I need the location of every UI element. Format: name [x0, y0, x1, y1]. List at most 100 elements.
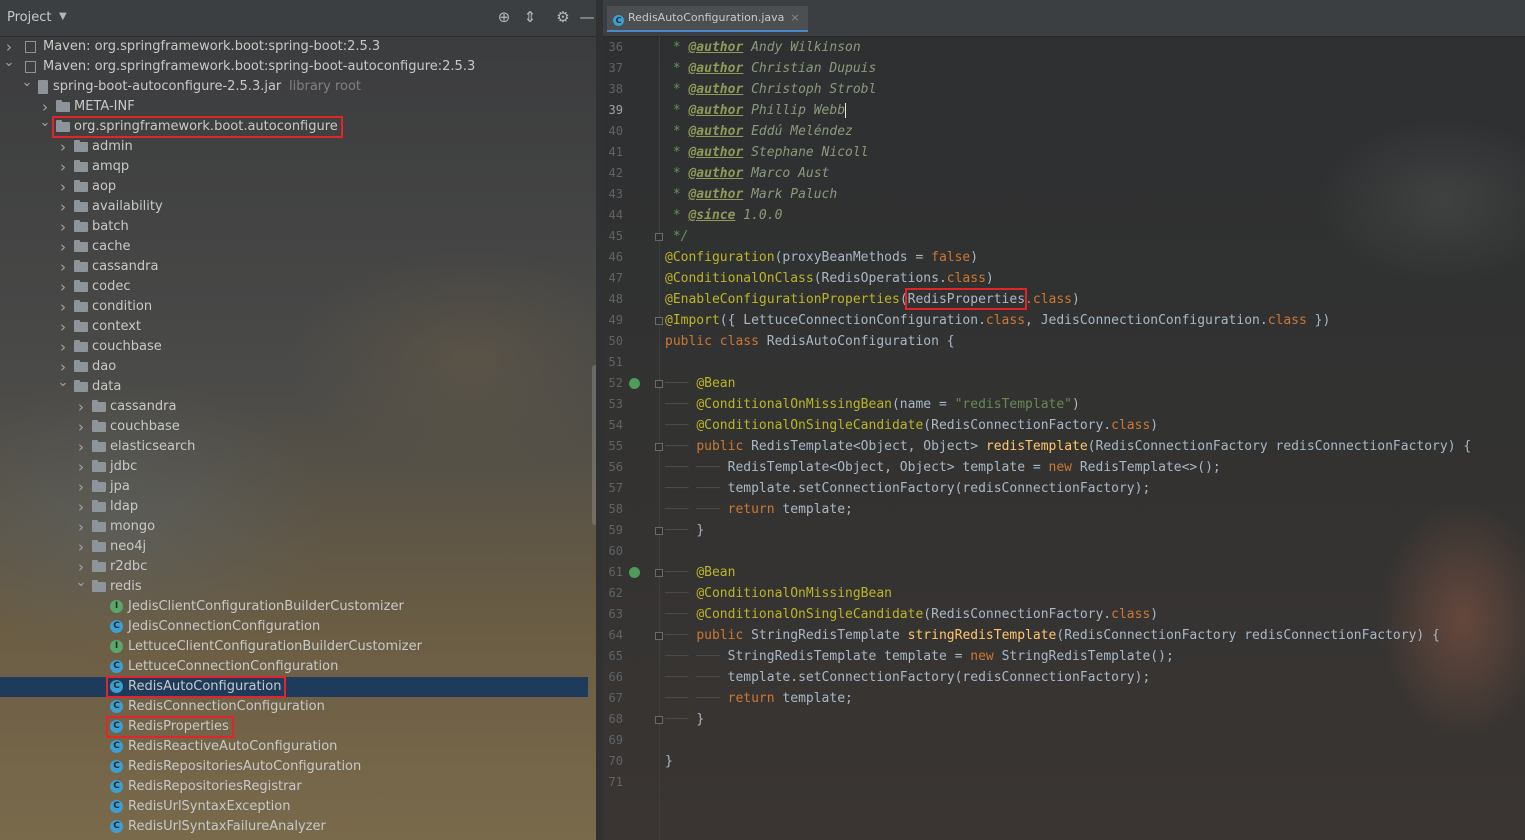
fold-icon[interactable]	[655, 716, 663, 724]
chevron-down-icon[interactable]: ⌄	[57, 373, 69, 393]
chevron-right-icon[interactable]: ›	[57, 177, 69, 197]
tree-item[interactable]: C LettuceConnectionConfiguration	[0, 657, 588, 677]
tree-item[interactable]: › mongo	[0, 517, 588, 537]
code-line[interactable]: public class RedisAutoConfiguration {	[665, 331, 955, 352]
code-line[interactable]: ─── @Bean	[665, 373, 735, 394]
code-line[interactable]: * @author Phillip Webb	[665, 100, 847, 121]
code-line[interactable]: ─── ─── StringRedisTemplate template = n…	[665, 646, 1174, 667]
tree-item[interactable]: › context	[0, 317, 588, 337]
tree-item[interactable]: ⌄ data	[0, 375, 588, 397]
chevron-right-icon[interactable]: ›	[75, 437, 87, 457]
tree-item[interactable]: › jpa	[0, 477, 588, 497]
fold-icon[interactable]	[655, 443, 663, 451]
fold-icon[interactable]	[655, 632, 663, 640]
code-line[interactable]: }	[665, 751, 673, 772]
fold-icon[interactable]	[655, 380, 663, 388]
tree-item[interactable]: C RedisConnectionConfiguration	[0, 697, 588, 717]
chevron-right-icon[interactable]: ›	[57, 337, 69, 357]
tree-item[interactable]: › r2dbc	[0, 557, 588, 577]
line-number-gutter[interactable]: 36 37 38 39 40 41 42 43 44 45 46 47 48 49 50 51 52 53 54 55…	[603, 36, 663, 840]
hide-icon[interactable]: —	[578, 8, 596, 26]
tree-item[interactable]: › batch	[0, 217, 588, 237]
chevron-down-icon[interactable]: ▼	[59, 11, 67, 22]
tree-item[interactable]: › condition	[0, 297, 588, 317]
chevron-right-icon[interactable]: ›	[75, 497, 87, 517]
code-line[interactable]: @Configuration(proxyBeanMethods = false)	[665, 247, 978, 268]
chevron-right-icon[interactable]: ›	[57, 297, 69, 317]
tree-item[interactable]: › ldap	[0, 497, 588, 517]
chevron-down-icon[interactable]: ⌄	[39, 113, 51, 133]
chevron-right-icon[interactable]: ›	[57, 137, 69, 157]
code-line[interactable]: * @author Christoph Strobl	[665, 79, 877, 100]
chevron-right-icon[interactable]: ›	[75, 517, 87, 537]
tree-item[interactable]: C RedisProperties	[0, 717, 588, 737]
editor-tab[interactable]: C RedisAutoConfiguration.java ×	[607, 6, 808, 32]
code-line[interactable]: @ConditionalOnClass(RedisOperations.clas…	[665, 268, 994, 289]
tree-item[interactable]: ⌄ redis	[0, 575, 588, 597]
chevron-right-icon[interactable]: ›	[75, 537, 87, 557]
tree-item[interactable]: ⌄ spring-boot-autoconfigure-2.5.3.jar libr…	[0, 75, 588, 97]
tree-item[interactable]: › neo4j	[0, 537, 588, 557]
gear-icon[interactable]: ⚙	[554, 8, 572, 26]
tree-item[interactable]: I LettuceClientConfigurationBuilderCustom…	[0, 637, 588, 657]
tree-item[interactable]: I JedisClientConfigurationBuilderCustomiz…	[0, 597, 588, 617]
tree-item[interactable]: › couchbase	[0, 417, 588, 437]
code-line[interactable]: ─── public RedisTemplate<Object, Object>…	[665, 436, 1471, 457]
code-line[interactable]: * @author Stephane Nicoll	[665, 142, 869, 163]
code-line[interactable]: ─── @ConditionalOnMissingBean(name = "re…	[665, 394, 1080, 415]
chevron-right-icon[interactable]: ›	[57, 237, 69, 257]
chevron-right-icon[interactable]: ›	[57, 217, 69, 237]
tree-item[interactable]: › admin	[0, 137, 588, 157]
chevron-down-icon[interactable]: ⌄	[3, 53, 15, 73]
tree-item[interactable]: › cassandra	[0, 397, 588, 417]
chevron-right-icon[interactable]: ›	[57, 317, 69, 337]
code-line[interactable]: ─── }	[665, 709, 704, 730]
project-view-selector[interactable]: Project	[7, 10, 51, 25]
code-line[interactable]: @Import({ LettuceConnectionConfiguration…	[665, 310, 1330, 331]
tree-item[interactable]: › aop	[0, 177, 588, 197]
code-line[interactable]: ─── @Bean	[665, 562, 735, 583]
chevron-right-icon[interactable]: ›	[57, 157, 69, 177]
tree-item[interactable]: › META-INF	[0, 97, 588, 117]
tree-item[interactable]: › amqp	[0, 157, 588, 177]
tree-item[interactable]: › availability	[0, 197, 588, 217]
tree-item[interactable]: › dao	[0, 357, 588, 377]
tree-item[interactable]: C JedisConnectionConfiguration	[0, 617, 588, 637]
tree-item[interactable]: › elasticsearch	[0, 437, 588, 457]
tree-item[interactable]: C RedisReactiveAutoConfiguration	[0, 737, 588, 757]
tree-item[interactable]: › cache	[0, 237, 588, 257]
code-line[interactable]: ─── ─── template.setConnectionFactory(re…	[665, 667, 1150, 688]
tree-item[interactable]: ⌄ Maven: org.springframework.boot:spring-…	[0, 55, 588, 77]
code-line[interactable]: * @author Christian Dupuis	[665, 58, 877, 79]
code-line[interactable]: ─── ─── return template;	[665, 499, 853, 520]
fold-icon[interactable]	[655, 233, 663, 241]
code-line[interactable]: ─── @ConditionalOnSingleCandidate(RedisC…	[665, 604, 1158, 625]
bean-gutter-icon[interactable]	[629, 567, 640, 578]
chevron-down-icon[interactable]: ⌄	[21, 73, 33, 93]
bean-gutter-icon[interactable]	[629, 378, 640, 389]
chevron-right-icon[interactable]: ›	[75, 477, 87, 497]
tree-item[interactable]: C RedisAutoConfiguration	[0, 677, 588, 697]
locate-icon[interactable]: ⊕	[495, 8, 513, 26]
tree-item[interactable]: › jdbc	[0, 457, 588, 477]
tree-item[interactable]: C RedisRepositoriesAutoConfiguration	[0, 757, 588, 777]
tree-item[interactable]: › couchbase	[0, 337, 588, 357]
tree-item[interactable]: C RedisRepositoriesRegistrar	[0, 777, 588, 797]
code-line[interactable]: ─── ─── template.setConnectionFactory(re…	[665, 478, 1150, 499]
code-line[interactable]: * @author Eddú Meléndez	[665, 121, 853, 142]
tree-item[interactable]: C RedisUrlSyntaxFailureAnalyzer	[0, 817, 588, 837]
collapse-icon[interactable]: ⇕	[521, 8, 539, 26]
chevron-right-icon[interactable]: ›	[57, 197, 69, 217]
chevron-right-icon[interactable]: ›	[75, 397, 87, 417]
tree-item[interactable]: › Maven: org.springframework.boot:spring-…	[0, 37, 588, 57]
chevron-down-icon[interactable]: ⌄	[75, 573, 87, 593]
code-line[interactable]: * @author Mark Paluch	[665, 184, 837, 205]
code-line[interactable]: * @since 1.0.0	[665, 205, 783, 226]
fold-icon[interactable]	[655, 569, 663, 577]
chevron-right-icon[interactable]: ›	[57, 257, 69, 277]
code-line[interactable]: * @author Marco Aust	[665, 163, 830, 184]
tree-item[interactable]: › codec	[0, 277, 588, 297]
chevron-right-icon[interactable]: ›	[75, 457, 87, 477]
code-line[interactable]: * @author Andy Wilkinson	[665, 37, 861, 58]
code-line[interactable]: */	[665, 226, 689, 247]
